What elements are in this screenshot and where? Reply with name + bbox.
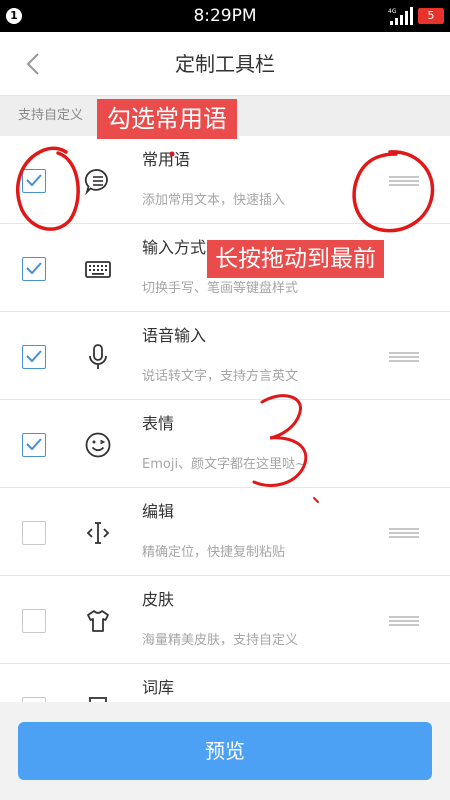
checkbox[interactable] <box>22 169 46 193</box>
drag-handle-icon[interactable] <box>389 176 419 186</box>
item-description: Emoji、颜文字都在这里哒~ <box>142 457 306 472</box>
status-bar: 1 8:29PM 4G 5 <box>0 0 450 32</box>
tshirt-icon <box>87 610 109 632</box>
drag-handle-icon[interactable] <box>389 528 419 538</box>
checkmark-icon <box>26 262 42 275</box>
checkmark-icon <box>26 174 42 187</box>
text-cursor-icon <box>86 522 110 544</box>
emoji-face-icon <box>85 432 111 458</box>
item-title: 词库 <box>142 678 175 697</box>
signal-icon: 4G <box>388 7 413 25</box>
dictionary-icon <box>89 697 107 702</box>
list-item[interactable]: 常用语 添加常用文本，快速插入 <box>0 136 450 224</box>
item-title: 编辑 <box>142 502 175 521</box>
checkmark-icon <box>26 350 42 363</box>
page-title: 定制工具栏 <box>175 52 275 76</box>
checkmark-icon <box>26 438 42 451</box>
checkbox[interactable] <box>22 609 46 633</box>
item-description: 海量精美皮肤，支持自定义 <box>142 633 299 648</box>
item-description: 精确定位，快捷复制粘贴 <box>142 545 286 560</box>
list-item[interactable]: 表情 Emoji、颜文字都在这里哒~ <box>0 400 450 488</box>
item-title: 表情 <box>142 414 175 433</box>
item-description: 说话转文字，支持方言英文 <box>142 369 299 384</box>
battery-icon: 5 <box>418 8 444 24</box>
list-item[interactable]: 语音输入 说话转文字，支持方言英文 <box>0 312 450 400</box>
nav-bar: 定制工具栏 <box>0 32 450 96</box>
item-description: 切换手写、笔画等键盘样式 <box>142 281 299 296</box>
toolbar-item-list[interactable]: 常用语 添加常用文本，快速插入 输入方式 切换手写、笔画等键盘样式 语音输入 说… <box>0 136 450 702</box>
annotation-long-press-drag: 长按拖动到最前 <box>207 240 384 278</box>
network-label: 4G <box>388 8 397 15</box>
item-description: 添加常用文本，快速插入 <box>142 193 286 208</box>
keyboard-icon <box>85 261 111 278</box>
item-title: 常用语 <box>142 150 191 169</box>
annotation-select-phrases: 勾选常用语 <box>97 99 237 139</box>
drag-handle-icon[interactable] <box>389 616 419 626</box>
microphone-icon <box>89 344 107 369</box>
preview-button[interactable]: 预览 <box>18 722 432 780</box>
subheader-text: 支持自定义 <box>18 108 84 123</box>
drag-handle-icon[interactable] <box>389 352 419 362</box>
list-item[interactable]: 词库 <box>0 664 450 702</box>
bottom-bar: 预览 <box>0 702 450 800</box>
checkbox[interactable] <box>22 257 46 281</box>
status-time: 8:29PM <box>193 6 257 26</box>
list-item[interactable]: 皮肤 海量精美皮肤，支持自定义 <box>0 576 450 664</box>
checkbox[interactable] <box>22 345 46 369</box>
item-title: 语音输入 <box>142 326 207 345</box>
checkbox[interactable] <box>22 433 46 457</box>
list-item[interactable]: 编辑 精确定位，快捷复制粘贴 <box>0 488 450 576</box>
chat-bubble-icon <box>84 169 108 195</box>
checkbox[interactable] <box>22 521 46 545</box>
item-title: 输入方式 <box>142 238 207 257</box>
item-title: 皮肤 <box>142 590 175 609</box>
